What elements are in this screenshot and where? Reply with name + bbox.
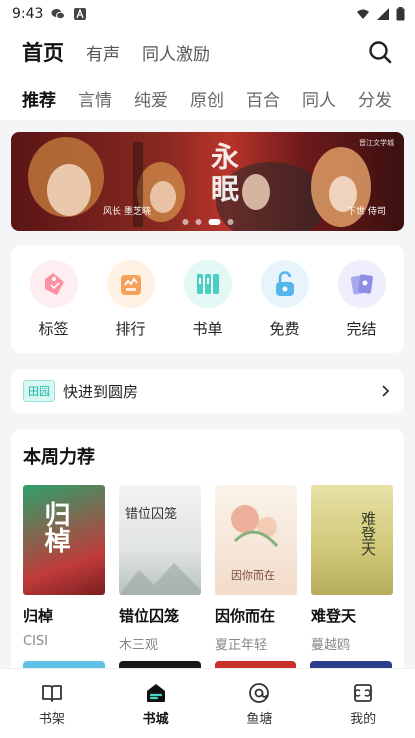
- quick-entry-completed[interactable]: 完结: [337, 259, 386, 339]
- fast-track-tag: 田园: [23, 380, 55, 402]
- tag-icon: [44, 272, 64, 295]
- book-author: 木三观: [119, 638, 159, 653]
- quick-entry-free[interactable]: 免费: [260, 259, 309, 339]
- banner-left-caption: 风长 墨芝晓: [103, 207, 151, 217]
- tab-home[interactable]: 首页: [22, 37, 64, 67]
- book-cover: 难登天: [311, 485, 393, 595]
- booklist-icon: [196, 273, 219, 294]
- pagination-dot[interactable]: [195, 219, 201, 225]
- quick-entry-ranking[interactable]: 排行: [106, 259, 155, 339]
- book-author: 夏正年轻: [215, 638, 268, 653]
- category-bl[interactable]: 纯爱: [134, 86, 168, 111]
- tab-fanfic-incentive[interactable]: 同人激励: [142, 40, 210, 65]
- book-cover: 归棹: [23, 485, 105, 595]
- banner-pagination: [182, 219, 233, 225]
- quick-entry-booklist[interactable]: 书单: [183, 259, 232, 339]
- category-distribution[interactable]: 分发: [358, 86, 392, 111]
- entry-circle: [260, 259, 309, 308]
- quick-entries: 标签 排行 书单 免费 完结: [11, 245, 404, 353]
- cover-title: 归棹: [40, 501, 70, 553]
- cover-title: 难登天: [359, 511, 377, 556]
- quick-entry-label: 排行: [115, 319, 146, 338]
- profile-icon: [354, 683, 373, 702]
- book-title: 难登天: [311, 607, 357, 625]
- fast-track-text: 快进到圆房: [63, 382, 139, 401]
- banner-right-caption: 下世 侍司: [347, 207, 386, 217]
- battery-icon: [396, 7, 405, 21]
- category-fanfic[interactable]: 同人: [302, 86, 336, 111]
- tab-audio[interactable]: 有声: [86, 40, 120, 65]
- quick-entry-label: 标签: [38, 319, 69, 338]
- category-recommend[interactable]: 推荐: [22, 86, 56, 111]
- clock: 9:43: [12, 6, 44, 22]
- nav-fishpond[interactable]: 鱼塘: [224, 681, 294, 727]
- wifi-icon: [357, 9, 369, 19]
- book-row: 归棹 归棹 CISI 错位囚笼 错位囚笼 木三观 因你而在 因你而在 夏正年轻 …: [23, 485, 393, 653]
- book-card[interactable]: 归棹 归棹 CISI: [23, 485, 105, 653]
- cover-mountains: [119, 563, 201, 595]
- nav-bookstore[interactable]: 书城: [121, 681, 191, 727]
- book-title: 错位囚笼: [119, 607, 180, 625]
- nav-profile[interactable]: 我的: [328, 681, 398, 727]
- at-sign-icon: [249, 682, 270, 703]
- category-original[interactable]: 原创: [190, 86, 224, 111]
- pagination-dot[interactable]: [227, 219, 233, 225]
- book-author: 蔓越鸥: [311, 638, 351, 653]
- search-icon[interactable]: [367, 39, 393, 65]
- wechat-icon: [51, 9, 66, 20]
- top-nav: 首页 有声 同人激励: [0, 28, 415, 76]
- signal-icon: [377, 8, 389, 20]
- book-card[interactable]: 难登天 难登天 蔓越鸥: [311, 485, 393, 653]
- book-cover: 错位囚笼: [119, 485, 201, 595]
- pagination-dot[interactable]: [182, 219, 188, 225]
- chevron-right-icon: [382, 385, 390, 397]
- status-bar: 9:43: [0, 0, 415, 28]
- pagination-dot[interactable]: [208, 219, 220, 225]
- text-app-icon: [74, 8, 87, 20]
- section-title: 本周力荐: [23, 447, 95, 468]
- nav-label: 书架: [38, 711, 65, 727]
- banner-brand: 晋江文学城: [359, 139, 394, 147]
- quick-entry-label: 免费: [269, 319, 300, 338]
- book-card[interactable]: 错位囚笼 错位囚笼 木三观: [119, 485, 201, 653]
- book-card[interactable]: 因你而在 因你而在 夏正年轻: [215, 485, 297, 653]
- nav-label: 我的: [350, 711, 377, 727]
- quick-entry-label: 书单: [192, 319, 223, 338]
- book-open-icon: [41, 684, 62, 702]
- nav-label: 鱼塘: [246, 711, 273, 727]
- cover-title: 因你而在: [231, 569, 275, 582]
- book-title: 因你而在: [215, 607, 276, 625]
- cover-title: 错位囚笼: [125, 507, 178, 522]
- ranking-icon: [120, 274, 141, 295]
- book-title: 归棹: [23, 607, 54, 625]
- bottom-nav: 书架 书城 鱼塘 我的: [0, 668, 415, 738]
- entry-circle: [183, 259, 232, 308]
- category-bar: 推荐 言情 纯爱 原创 百合 同人 分发: [0, 76, 415, 120]
- unlock-icon: [275, 270, 294, 296]
- cards-icon: [350, 274, 373, 295]
- weekly-picks: 本周力荐 归棹 归棹 CISI 错位囚笼 错位囚笼 木三观 因你而在 因你而在 …: [11, 429, 404, 679]
- book-author: CISI: [23, 634, 48, 649]
- category-romance[interactable]: 言情: [78, 86, 112, 111]
- entry-circle: [106, 259, 155, 308]
- quick-entry-tags[interactable]: 标签: [29, 259, 78, 339]
- book-cover: 因你而在: [215, 485, 297, 595]
- category-gl[interactable]: 百合: [246, 86, 280, 111]
- promo-banner[interactable]: 永眠 风长 墨芝晓 下世 侍司 晋江文学城: [11, 132, 404, 231]
- quick-entry-label: 完结: [346, 319, 377, 338]
- entry-circle: [337, 259, 386, 308]
- entry-circle: [29, 259, 78, 308]
- nav-label: 书城: [142, 711, 169, 727]
- nav-bookshelf[interactable]: 书架: [17, 681, 87, 727]
- fast-track-entry[interactable]: 田园 快进到圆房: [11, 369, 404, 413]
- banner-title: 永眠: [207, 142, 240, 206]
- bookstore-icon: [146, 683, 165, 702]
- main-content: 永眠 风长 墨芝晓 下世 侍司 晋江文学城 标签 排行 书单 免费 完结 田园 …: [0, 120, 415, 679]
- cover-flowers: [231, 505, 279, 548]
